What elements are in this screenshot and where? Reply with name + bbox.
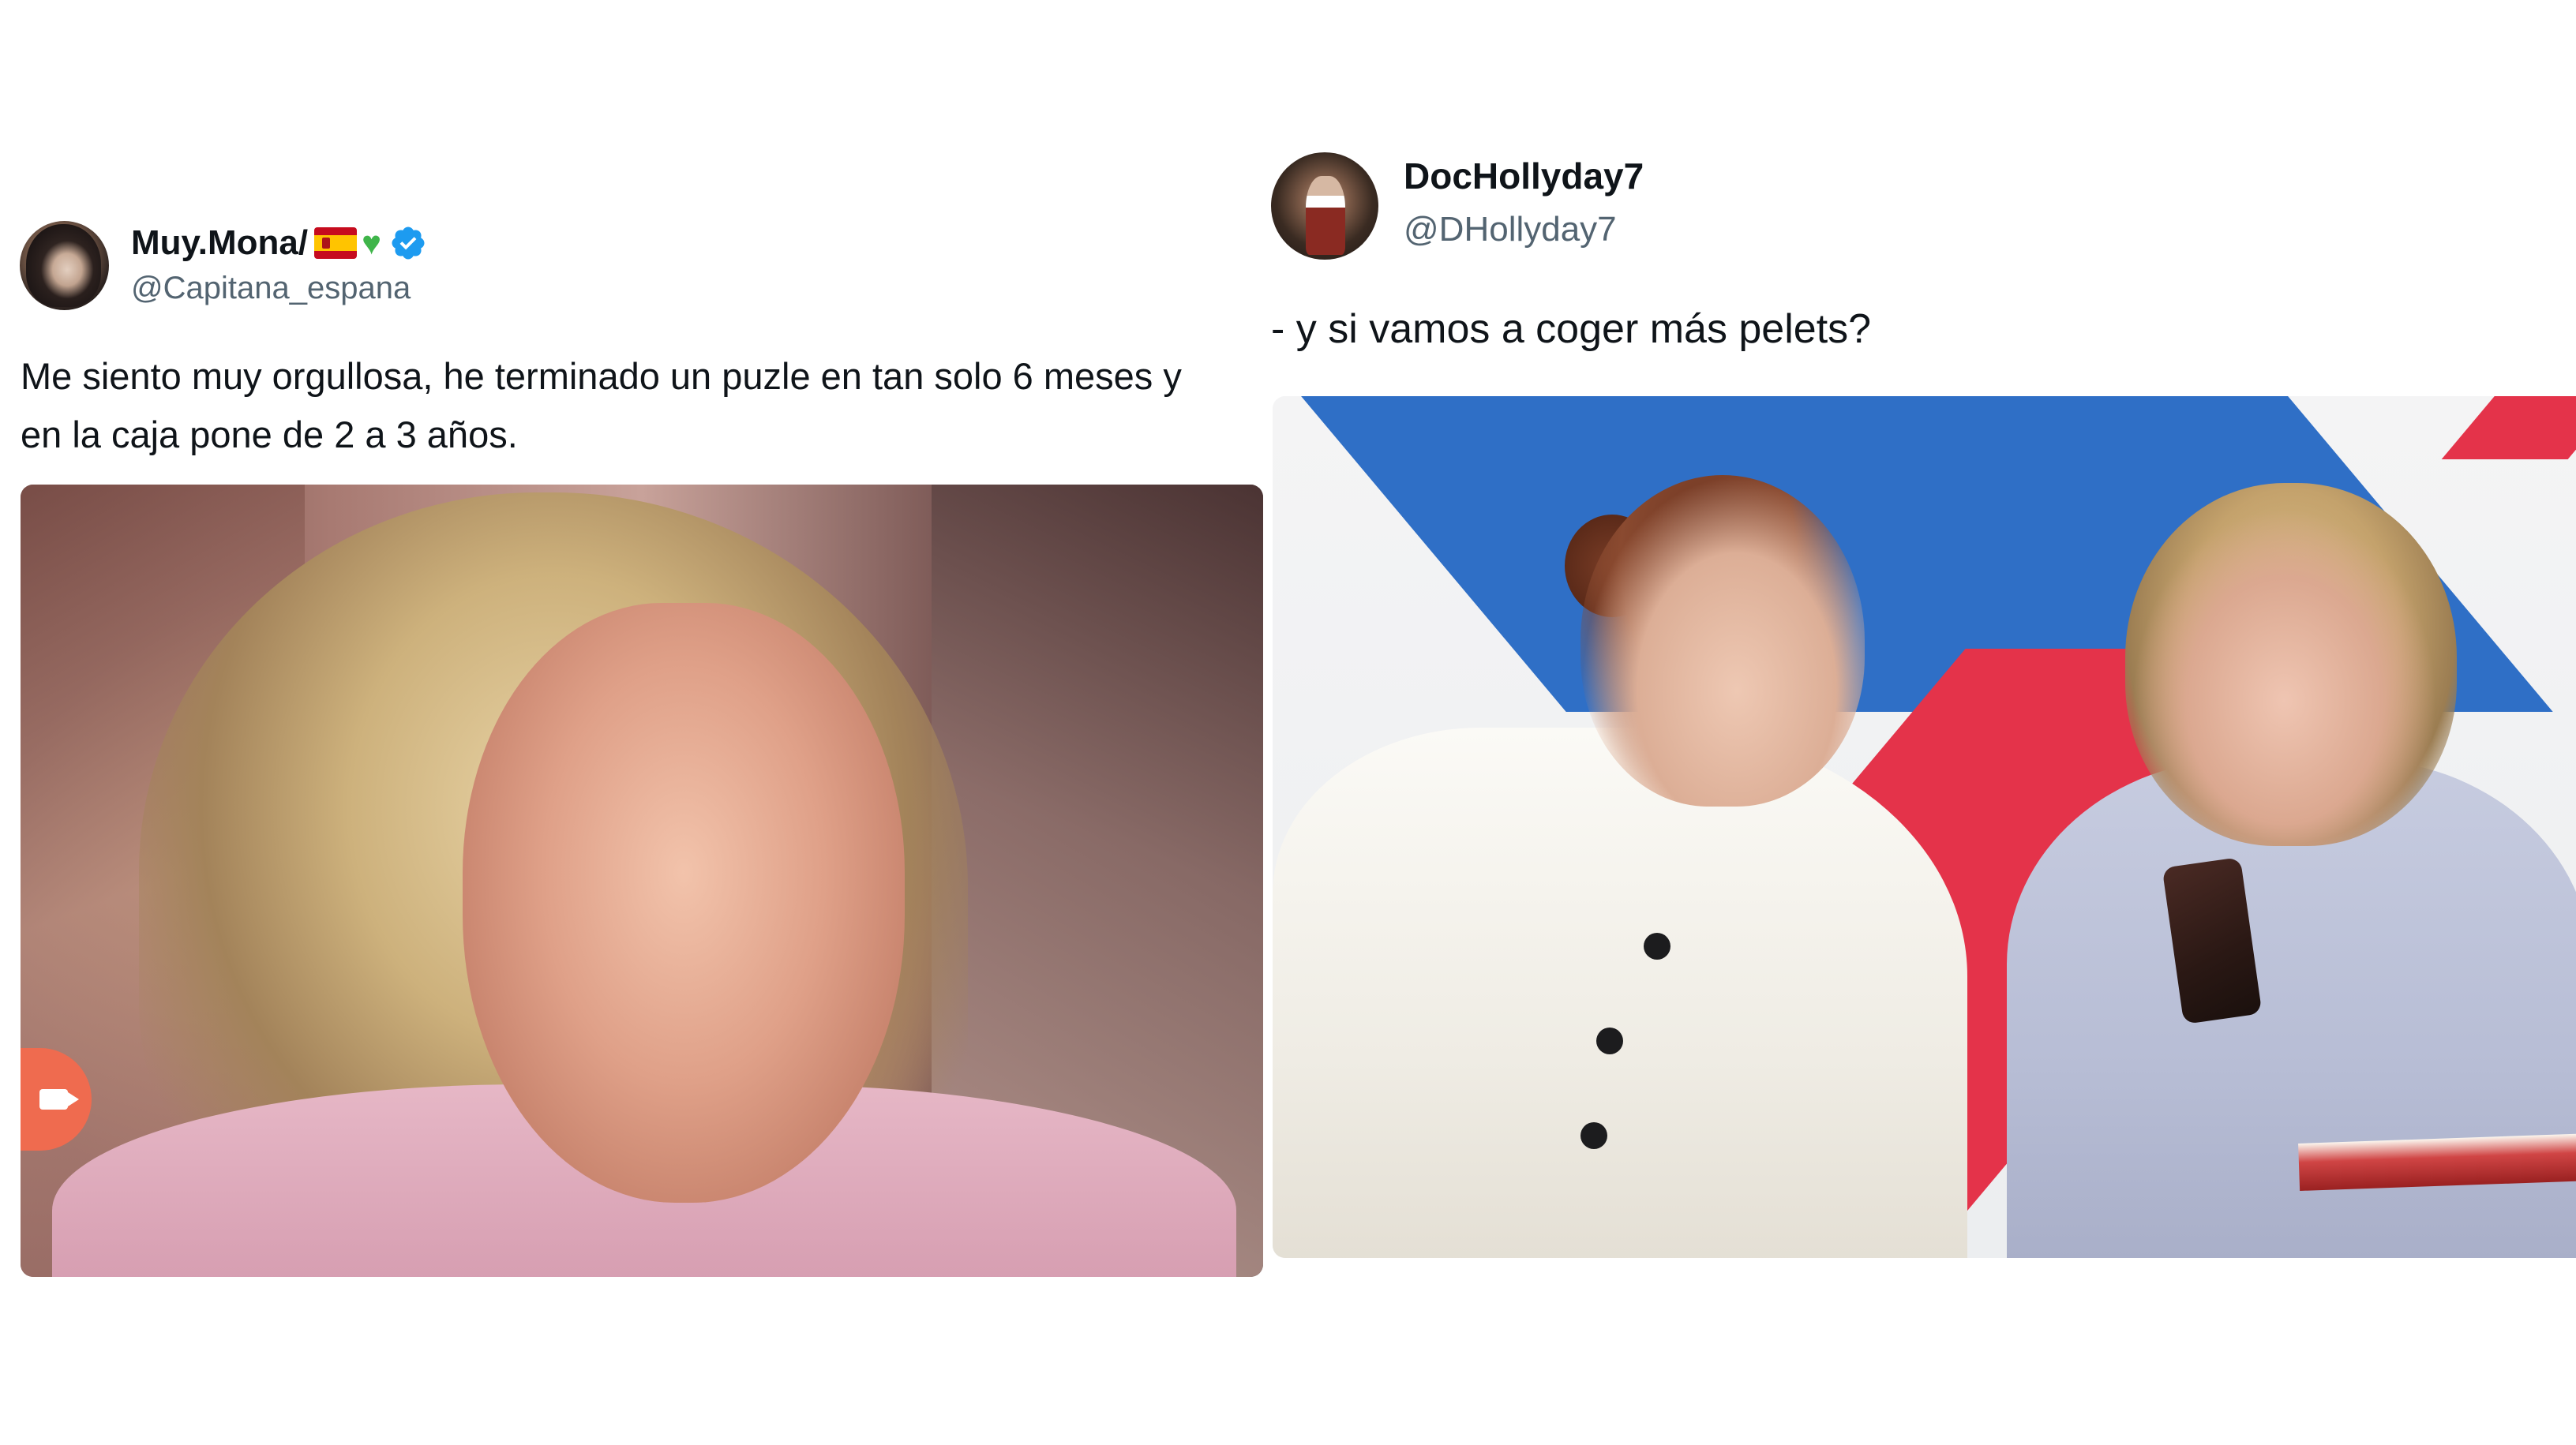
- tweet-media-photo[interactable]: [1273, 396, 2576, 1258]
- avatar-image: [1306, 176, 1345, 255]
- verified-badge-icon: [392, 226, 425, 260]
- avatar[interactable]: [1271, 152, 1378, 260]
- avatar[interactable]: [20, 221, 109, 310]
- display-name-row[interactable]: Muy.Mona/ ♥: [131, 223, 427, 263]
- tweet-text: Me siento muy orgullosa, he terminado un…: [21, 347, 1268, 464]
- avatar-image: [26, 224, 101, 307]
- user-handle[interactable]: @DHollyday7: [1404, 210, 1617, 249]
- display-name[interactable]: DocHollyday7: [1404, 155, 1644, 197]
- spain-flag-icon: [314, 227, 358, 259]
- green-heart-icon: ♥: [362, 224, 381, 261]
- tweet-media-photo[interactable]: [21, 485, 1263, 1277]
- tweet-text: - y si vamos a coger más pelets?: [1271, 306, 1872, 352]
- user-handle[interactable]: @Capitana_espana: [131, 271, 411, 306]
- tweet-text-line: Me siento muy orgullosa, he terminado un…: [21, 355, 1182, 397]
- tweet-card-1: Muy.Mona/ ♥ @Capitana_espana Me siento m…: [0, 0, 1271, 1445]
- tweet-card-2: DocHollyday7 @DHollyday7 - y si vamos a …: [1271, 0, 2576, 1445]
- tweet-text-line: en la caja pone de 2 a 3 años.: [21, 414, 518, 455]
- display-name[interactable]: Muy.Mona/: [131, 223, 308, 263]
